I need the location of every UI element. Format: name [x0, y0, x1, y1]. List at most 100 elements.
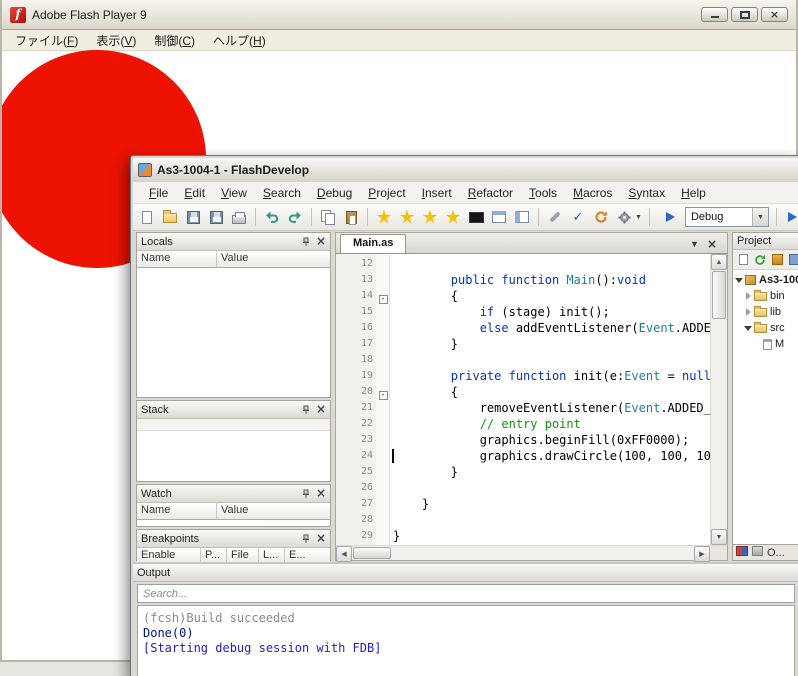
- menu-f[interactable]: ファイル(F): [6, 30, 87, 51]
- code-line-18[interactable]: 18: [336, 352, 710, 368]
- output-search-input[interactable]: [137, 584, 795, 603]
- menu-syntax[interactable]: Syntax: [620, 183, 673, 203]
- scroll-left-arrow[interactable]: ◀: [336, 546, 352, 562]
- column-header-value[interactable]: Value: [217, 503, 330, 520]
- code-line-12[interactable]: 12: [336, 256, 710, 272]
- code-line-26[interactable]: 26: [336, 480, 710, 496]
- pin-icon[interactable]: [301, 404, 312, 415]
- breakpoints-panel-header[interactable]: Breakpoints ×: [137, 530, 330, 548]
- scroll-down-arrow[interactable]: ▼: [711, 529, 727, 545]
- print-icon[interactable]: [230, 208, 248, 226]
- pin-icon[interactable]: [301, 236, 312, 247]
- code-line-28[interactable]: 28: [336, 512, 710, 528]
- close-button[interactable]: ×: [761, 7, 788, 22]
- run-play-icon[interactable]: [784, 208, 798, 226]
- menu-insert[interactable]: Insert: [414, 183, 460, 203]
- scroll-right-arrow[interactable]: ▶: [694, 546, 710, 562]
- stack-panel-header[interactable]: Stack ×: [137, 401, 330, 419]
- vscroll-thumb[interactable]: [712, 271, 726, 319]
- tree-item-bin[interactable]: bin: [733, 288, 798, 304]
- menu-v[interactable]: 表示(V): [87, 30, 145, 51]
- panel-layout-left-icon[interactable]: [513, 208, 531, 226]
- menu-macros[interactable]: Macros: [565, 183, 620, 203]
- check-syntax-icon[interactable]: ✓: [569, 208, 587, 226]
- misc-dock-tab2-icon[interactable]: [752, 546, 763, 559]
- settings-gear-icon[interactable]: [615, 208, 633, 226]
- combobox-dropdown-icon[interactable]: ▼: [751, 208, 768, 226]
- code-line-24[interactable]: 24 graphics.drawCircle(100, 100, 10: [336, 448, 710, 464]
- bookmark-clear-star-icon[interactable]: [444, 208, 462, 226]
- rebuild-icon[interactable]: [592, 208, 610, 226]
- menu-h[interactable]: ヘルプ(H): [204, 30, 275, 51]
- menu-project[interactable]: Project: [360, 183, 413, 203]
- paste-icon[interactable]: [342, 208, 360, 226]
- watch-list[interactable]: [137, 520, 330, 526]
- menu-c[interactable]: 制御(C): [145, 30, 204, 51]
- tree-expander-icon[interactable]: [735, 276, 744, 285]
- project-tree[interactable]: As3-100 bin lib src M: [732, 270, 798, 545]
- tree-item-as3100[interactable]: As3-100: [733, 272, 798, 288]
- tools-wrench-icon[interactable]: [546, 208, 564, 226]
- copy-icon[interactable]: [319, 208, 337, 226]
- scroll-up-arrow[interactable]: ▲: [711, 254, 727, 270]
- collapse-all-icon[interactable]: [770, 253, 784, 267]
- hscroll-track[interactable]: [392, 546, 694, 560]
- column-header-name[interactable]: Name: [137, 251, 217, 268]
- code-line-14[interactable]: 14- {: [336, 288, 710, 304]
- new-document-icon[interactable]: [138, 208, 156, 226]
- gear-dropdown-caret-icon[interactable]: ▼: [635, 214, 642, 221]
- outline-dock-tab[interactable]: O...: [767, 547, 785, 559]
- menu-help[interactable]: Help: [673, 183, 714, 203]
- save-icon[interactable]: [184, 208, 202, 226]
- menu-search[interactable]: Search: [255, 183, 309, 203]
- close-icon[interactable]: ×: [316, 403, 326, 415]
- locals-panel-header[interactable]: Locals ×: [137, 233, 330, 251]
- menu-edit[interactable]: Edit: [176, 183, 213, 203]
- fold-collapse-box[interactable]: -: [378, 391, 388, 400]
- code-line-15[interactable]: 15 if (stage) init();: [336, 304, 710, 320]
- flash-player-titlebar[interactable]: f Adobe Flash Player 9 ×: [2, 0, 796, 30]
- refresh-icon[interactable]: [753, 253, 767, 267]
- code-line-27[interactable]: 27 }: [336, 496, 710, 512]
- tree-item-src[interactable]: src: [733, 320, 798, 336]
- undo-icon[interactable]: [263, 208, 281, 226]
- new-file-icon[interactable]: [736, 253, 750, 267]
- hscroll-thumb[interactable]: [353, 547, 391, 559]
- save-all-icon[interactable]: [207, 208, 225, 226]
- editor-hscrollbar[interactable]: ◀ ▶: [335, 545, 728, 562]
- bookmark-previous-star-icon[interactable]: [398, 208, 416, 226]
- bookmark-next-star-icon[interactable]: [421, 208, 439, 226]
- tree-expander-icon[interactable]: [744, 324, 753, 333]
- tree-item-lib[interactable]: lib: [733, 304, 798, 320]
- close-tab-icon[interactable]: ×: [707, 238, 717, 250]
- watch-panel-header[interactable]: Watch ×: [137, 485, 330, 503]
- close-icon[interactable]: ×: [316, 487, 326, 499]
- code-line-23[interactable]: 23 graphics.beginFill(0xFF0000);: [336, 432, 710, 448]
- code-line-20[interactable]: 20- {: [336, 384, 710, 400]
- panel-layout-top-icon[interactable]: [490, 208, 508, 226]
- flashdevelop-titlebar[interactable]: As3-1004-1 - FlashDevelop: [133, 158, 798, 182]
- output-lines[interactable]: (fcsh)Build succeeded Done(0) [Starting de…: [137, 605, 795, 676]
- sync-project-icon[interactable]: [787, 253, 798, 267]
- pin-icon[interactable]: [301, 488, 312, 499]
- vscroll-track[interactable]: [711, 320, 727, 529]
- bookmark-toggle-star-icon[interactable]: [375, 208, 393, 226]
- code-line-16[interactable]: 16 else addEventListener(Event.ADDE: [336, 320, 710, 336]
- code-line-13[interactable]: 13 public function Main():void: [336, 272, 710, 288]
- build-config-combobox[interactable]: Debug ▼: [684, 207, 769, 227]
- code-line-29[interactable]: 29}: [336, 528, 710, 544]
- code-area[interactable]: 12 13 public function Main():void 14- {15 …: [336, 254, 710, 545]
- menu-refactor[interactable]: Refactor: [460, 183, 521, 203]
- code-line-19[interactable]: 19 private function init(e:Event = null: [336, 368, 710, 384]
- output-panel-header[interactable]: Output: [133, 564, 798, 582]
- fold-collapse-box[interactable]: -: [378, 295, 388, 304]
- tab-list-dropdown-icon[interactable]: ▼: [690, 239, 699, 249]
- tab-main-as[interactable]: Main.as: [340, 234, 407, 253]
- editor-vscrollbar[interactable]: ▲ ▼: [710, 254, 727, 545]
- menu-view[interactable]: View: [213, 183, 255, 203]
- code-line-17[interactable]: 17 }: [336, 336, 710, 352]
- redo-icon[interactable]: [286, 208, 304, 226]
- locals-list[interactable]: [137, 268, 330, 397]
- misc-dock-tab-icon[interactable]: [736, 546, 748, 559]
- stack-list[interactable]: [137, 419, 330, 481]
